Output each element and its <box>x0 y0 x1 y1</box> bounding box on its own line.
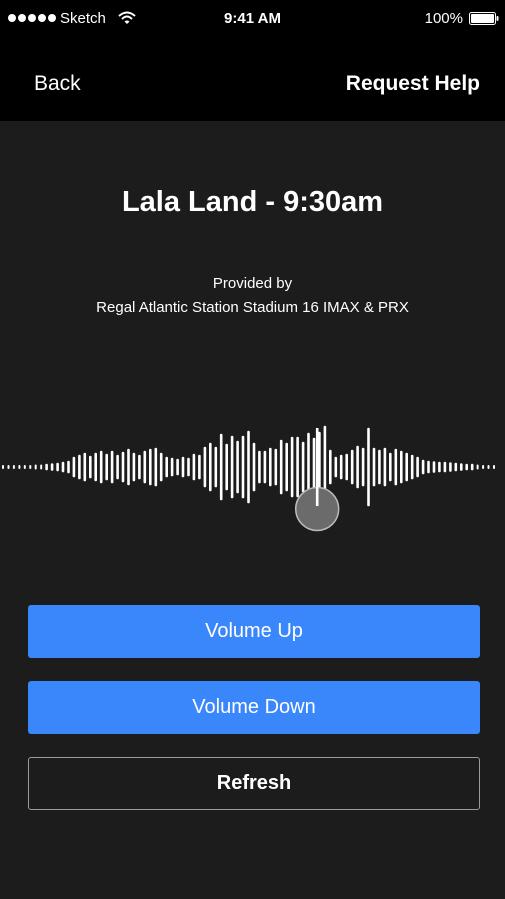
audio-waveform[interactable] <box>0 418 505 538</box>
status-bar: Sketch 9:41 AM 100% <box>0 0 505 40</box>
back-button[interactable]: Back <box>34 72 81 96</box>
screening-title: Lala Land - 9:30am <box>121 186 384 218</box>
battery-icon <box>469 12 499 25</box>
navigation-bar: Back Request Help <box>0 60 505 110</box>
screen: Sketch 9:41 AM 100% Back Request Help La… <box>0 0 505 899</box>
provider-info: Provided by Regal Atlantic Station Stadi… <box>0 272 505 320</box>
battery-percentage: 100% <box>424 10 463 27</box>
top-bar: Sketch 9:41 AM 100% Back Request Help <box>0 0 505 121</box>
provided-by-label: Provided by <box>212 275 293 292</box>
request-help-button[interactable]: Request Help <box>346 72 480 96</box>
volume-down-button[interactable]: Volume Down <box>28 681 480 734</box>
refresh-button[interactable]: Refresh <box>28 757 480 810</box>
provider-name: Regal Atlantic Station Stadium 16 IMAX &… <box>96 299 409 316</box>
volume-up-button[interactable]: Volume Up <box>28 605 480 658</box>
